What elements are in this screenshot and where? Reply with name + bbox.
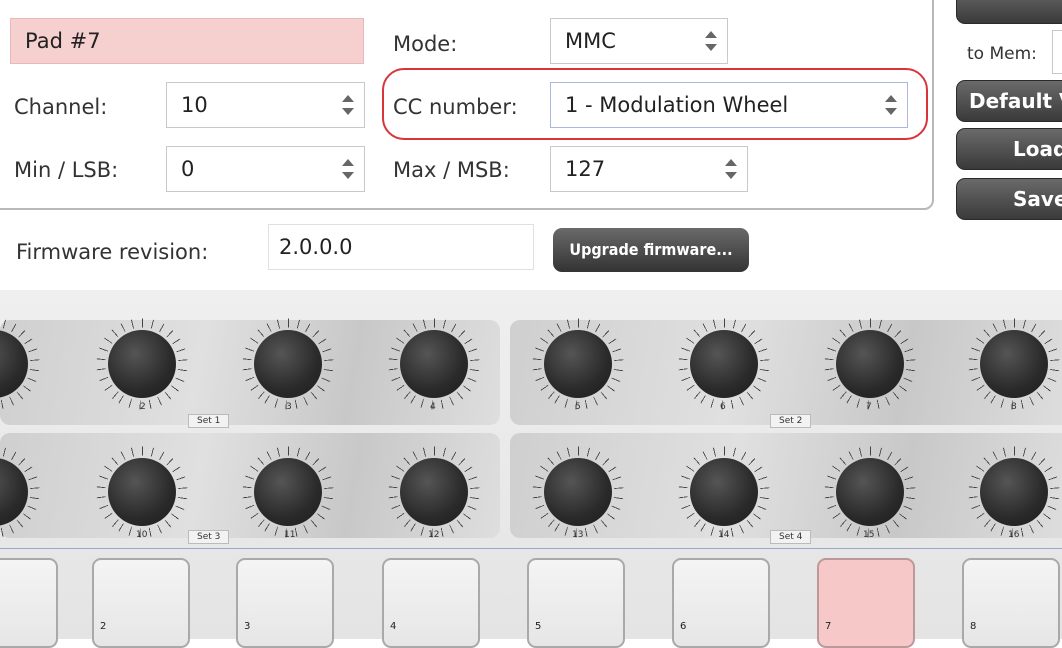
max-msb-value: 127	[565, 157, 606, 181]
pad-number: 2	[100, 621, 107, 632]
channel-value: 10	[181, 93, 208, 117]
default-button[interactable]: Default V	[956, 80, 1062, 122]
firmware-revision-label: Firmware revision:	[16, 240, 209, 264]
cc-number-highlight	[382, 68, 928, 140]
spinner-icon	[342, 95, 354, 115]
spinner-icon	[342, 159, 354, 179]
pad-number: 5	[535, 621, 542, 632]
pad-number: 8	[970, 621, 977, 632]
knob-8[interactable]	[980, 330, 1048, 398]
channel-label: Channel:	[14, 95, 108, 119]
knob-7[interactable]	[836, 330, 904, 398]
pad-2[interactable]: 2	[92, 558, 190, 648]
spinner-icon	[725, 159, 737, 179]
pad-8[interactable]: 8	[962, 558, 1060, 648]
max-msb-select[interactable]: 127	[550, 146, 748, 192]
pad-number: 3	[244, 621, 251, 632]
knob-14[interactable]	[690, 458, 758, 526]
save-button[interactable]: Save	[956, 178, 1062, 220]
mode-label: Mode:	[393, 32, 458, 56]
pad-7-selected[interactable]: 7	[817, 558, 915, 648]
knob-number: 11	[284, 530, 296, 540]
pad-number: 6	[680, 621, 687, 632]
knob-3[interactable]	[254, 330, 322, 398]
pad-5[interactable]: 5	[527, 558, 625, 648]
set-label: Set 4	[770, 530, 812, 544]
min-lsb-value: 0	[181, 157, 195, 181]
pad-number: 4	[390, 621, 397, 632]
knob-number: 8	[1011, 402, 1017, 412]
to-mem-label: to Mem:	[967, 44, 1037, 64]
set-label: Set 1	[188, 414, 230, 428]
knob-12[interactable]	[400, 458, 468, 526]
knob-number: 12	[428, 530, 440, 540]
knob-5[interactable]	[544, 330, 612, 398]
min-lsb-label: Min / LSB:	[14, 158, 119, 182]
knob-15[interactable]	[836, 458, 904, 526]
knob-number: 10	[136, 530, 148, 540]
knob-number: 16	[1008, 530, 1020, 540]
pad-1[interactable]	[0, 558, 58, 648]
spinner-icon	[705, 31, 717, 51]
max-msb-label: Max / MSB:	[393, 158, 510, 182]
knob-number: 13	[572, 530, 584, 540]
mode-value: MMC	[565, 29, 616, 53]
knob-number: 6	[720, 402, 726, 412]
knob-6[interactable]	[690, 330, 758, 398]
divider	[0, 548, 1062, 549]
set-label: Set 3	[188, 530, 230, 544]
knob-number: 7	[866, 402, 872, 412]
top-action-button[interactable]	[956, 0, 1062, 24]
firmware-revision-field: 2.0.0.0	[268, 224, 534, 270]
load-button[interactable]: Load	[956, 128, 1062, 170]
knob-number: 4	[430, 402, 436, 412]
knob-11[interactable]	[254, 458, 322, 526]
knob-number: 3	[286, 402, 292, 412]
set-label: Set 2	[770, 414, 812, 428]
min-lsb-select[interactable]: 0	[166, 146, 365, 192]
knob-number: 5	[575, 402, 581, 412]
to-mem-select[interactable]	[1052, 30, 1062, 74]
pad-4[interactable]: 4	[382, 558, 480, 648]
pad-3[interactable]: 3	[236, 558, 334, 648]
knob-13[interactable]	[544, 458, 612, 526]
mode-select[interactable]: MMC	[550, 18, 728, 64]
knob-number: 15	[863, 530, 875, 540]
knob-2[interactable]	[108, 330, 176, 398]
knob-number: 14	[718, 530, 730, 540]
knob-number: 2	[140, 402, 146, 412]
upgrade-firmware-button[interactable]: Upgrade firmware...	[553, 228, 749, 272]
knob-1[interactable]	[0, 330, 28, 398]
knob-16[interactable]	[980, 458, 1048, 526]
pad-number: 7	[825, 621, 832, 632]
knob-4[interactable]	[400, 330, 468, 398]
knob-10[interactable]	[108, 458, 176, 526]
pad-6[interactable]: 6	[672, 558, 770, 648]
channel-select[interactable]: 10	[166, 82, 365, 128]
knob-9[interactable]	[0, 458, 28, 526]
pad-name-field[interactable]: Pad #7	[10, 18, 364, 64]
